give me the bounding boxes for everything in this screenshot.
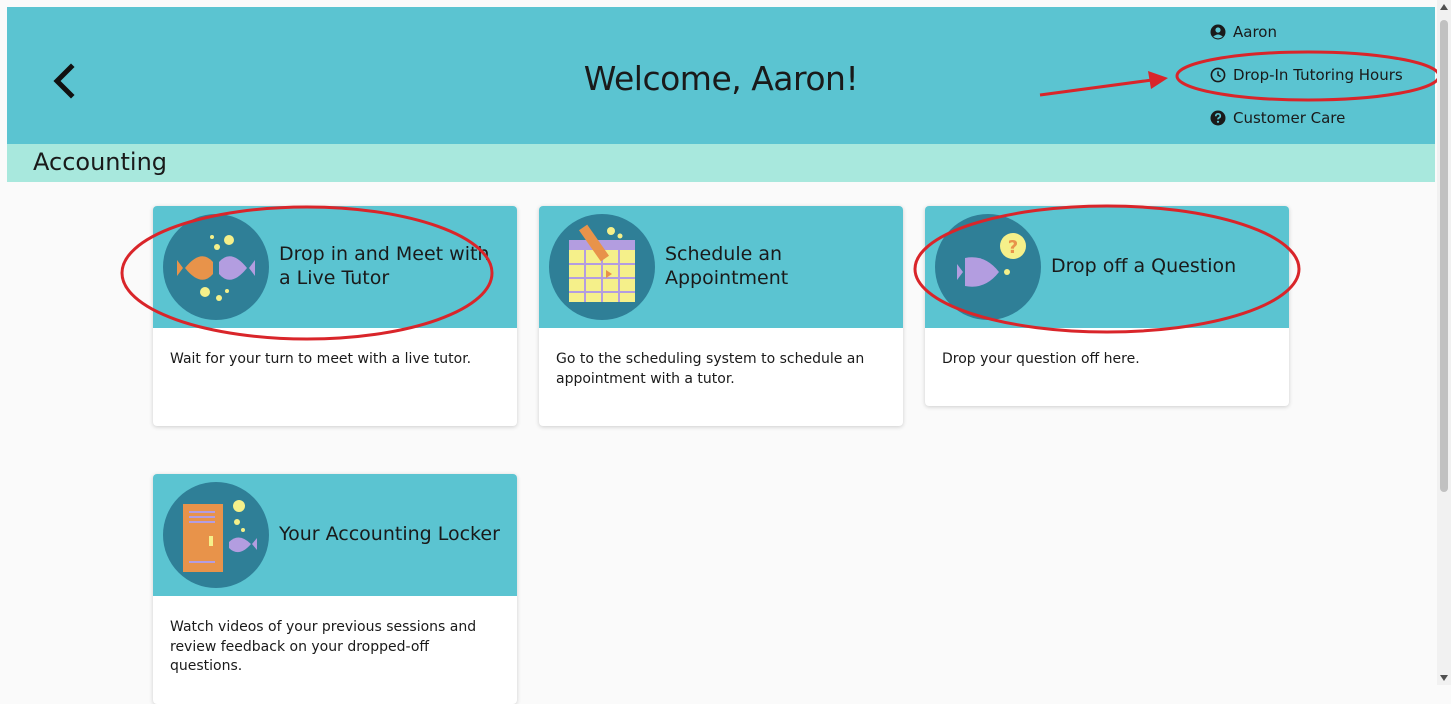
nav-customer-care-label: Customer Care [1233,109,1346,127]
scroll-down-icon[interactable] [1440,675,1448,681]
section-bar: Accounting [7,144,1435,182]
nav-drop-in-hours-label: Drop-In Tutoring Hours [1233,66,1403,84]
card-title: Schedule an Appointment [665,243,789,289]
card-title: Drop in and Meet with a Live Tutor [279,243,490,289]
card-description: Watch videos of your previous sessions a… [170,619,477,675]
card-description: Drop your question off here. [942,351,1140,367]
drop-in-tutor-card[interactable]: Drop in and Meet with a Live Tutor Wait … [153,206,517,426]
vertical-scrollbar[interactable] [1437,0,1451,685]
scroll-thumb[interactable] [1440,20,1448,492]
card-title: Drop off a Question [1051,255,1237,278]
svg-text:?: ? [1008,237,1018,258]
nav-drop-in-hours-link[interactable]: Drop-In Tutoring Hours [1210,63,1403,87]
nav-user-link[interactable]: Aaron [1210,20,1403,44]
calendar-pencil-icon [549,214,655,320]
schedule-appointment-card[interactable]: Schedule an Appointment Go to the schedu… [539,206,903,426]
user-circle-icon [1210,24,1226,40]
accounting-locker-card[interactable]: Your Accounting Locker Watch videos of y… [153,474,517,704]
clock-icon [1210,67,1226,83]
fish-meet-icon [163,214,269,320]
card-description: Wait for your turn to meet with a live t… [170,351,472,367]
card-header: Drop in and Meet with a Live Tutor [153,206,517,328]
card-header: ? Drop off a Question [925,206,1289,328]
section-title: Accounting [33,148,168,176]
card-title: Your Accounting Locker [279,523,500,546]
drop-off-question-card[interactable]: ? Drop off a Question Drop your question… [925,206,1289,406]
card-header: Your Accounting Locker [153,474,517,596]
scroll-up-icon[interactable] [1440,4,1448,10]
nav-user-label: Aaron [1233,23,1277,41]
question-circle-icon [1210,110,1226,126]
nav-customer-care-link[interactable]: Customer Care [1210,106,1403,130]
locker-fish-icon [163,482,269,588]
top-header: Welcome, Aaron! Aaron Drop-In Tutoring H… [7,7,1435,144]
card-description: Go to the scheduling system to schedule … [556,351,865,387]
header-nav: Aaron Drop-In Tutoring Hours Customer Ca… [1210,20,1403,149]
fish-question-icon: ? [935,214,1041,320]
card-header: Schedule an Appointment [539,206,903,328]
